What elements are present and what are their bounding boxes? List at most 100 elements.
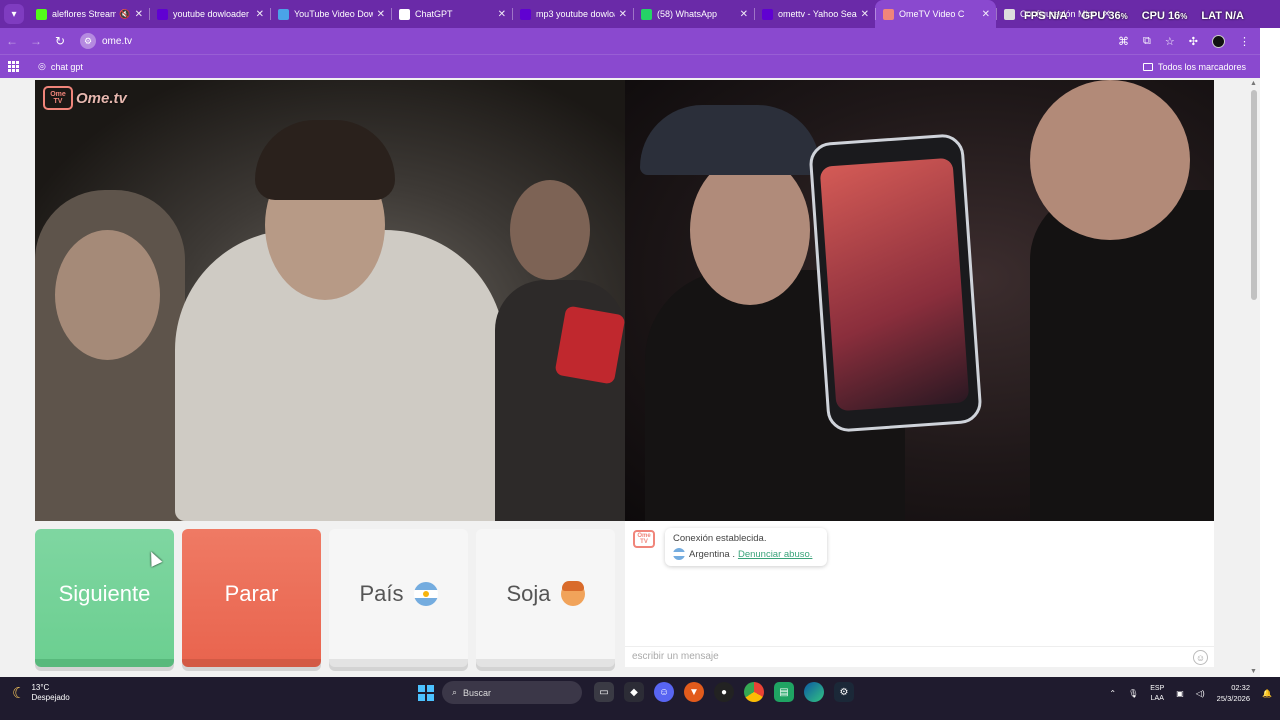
browser-tab[interactable]: ChatGPT ✕ — [391, 0, 512, 28]
person-silhouette — [510, 180, 590, 280]
close-tab-icon[interactable]: ✕ — [256, 9, 264, 20]
close-tab-icon[interactable]: ✕ — [619, 9, 627, 20]
folder-icon — [1142, 62, 1153, 71]
language-indicator[interactable]: ESP LAA — [1150, 684, 1164, 702]
windows-taskbar: ☾ 13°C Despejado ⌕ Buscar ▭ ◆ ☺ ▼ ● ▤ ⚙ … — [0, 677, 1280, 720]
scroll-up-icon[interactable]: ▲ — [1250, 80, 1257, 87]
browser-tab[interactable]: YouTube Video Dow ✕ — [270, 0, 391, 28]
browser-tab[interactable]: mp3 youtube dowloa ✕ — [512, 0, 633, 28]
steam-icon[interactable]: ⚙ — [834, 682, 854, 702]
country-button[interactable]: País — [329, 529, 468, 667]
ometv-logo: Ome TV Ome.tv — [43, 86, 127, 110]
reload-icon[interactable]: ↻ — [48, 34, 72, 48]
message-input[interactable]: escribir un mensaje ☺ — [625, 646, 1214, 666]
close-tab-icon[interactable]: ✕ — [982, 9, 990, 20]
close-tab-icon[interactable]: ✕ — [498, 9, 506, 20]
tab-search-menu-icon[interactable]: ▾ — [4, 4, 24, 24]
browser-tab[interactable]: OmeTV Video C ✕ — [875, 0, 996, 28]
partner-country-text: Argentina — [689, 548, 730, 560]
emoji-icon[interactable]: ☺ — [1193, 650, 1208, 665]
forward-arrow-icon[interactable]: → — [24, 34, 48, 48]
phone-screen — [819, 157, 970, 412]
performance-overlay: FPS N/A GPU 36% CPU 16% LAT N/A — [1024, 10, 1244, 22]
url-field[interactable]: ome.tv — [102, 36, 1118, 47]
close-tab-icon[interactable]: ✕ — [740, 9, 748, 20]
all-bookmarks-button[interactable]: Todos los marcadores — [1142, 62, 1246, 72]
bookmark-label: chat gpt — [50, 61, 83, 72]
gender-button[interactable]: Soja — [476, 529, 615, 667]
yahoo-icon — [762, 8, 773, 20]
stop-button[interactable]: Parar — [182, 529, 321, 667]
clock[interactable]: 02:32 25/3/2026 — [1217, 683, 1250, 704]
apps-grid-icon[interactable] — [8, 60, 20, 73]
profile-avatar-icon[interactable] — [1212, 34, 1225, 48]
stranger-video: Ome TV Ome.tv — [35, 80, 625, 521]
person-silhouette — [55, 230, 160, 360]
weather-widget[interactable]: ☾ 13°C Despejado — [12, 683, 70, 704]
tab-title: mp3 youtube dowloa — [536, 9, 615, 19]
edge-icon[interactable] — [804, 682, 824, 702]
chrome-icon[interactable] — [744, 682, 764, 702]
chat-panel: Ome TV Conexión establecida. Argentina .… — [625, 521, 1214, 667]
bookmark-chat-gpt[interactable]: ◎ chat gpt — [38, 61, 83, 72]
cpu-value: 16 — [1168, 10, 1181, 22]
download-icon — [278, 8, 289, 20]
close-tab-icon[interactable]: ✕ — [135, 9, 143, 20]
close-tab-icon[interactable]: ✕ — [377, 9, 385, 20]
page-scrollbar[interactable]: ▲ ▼ — [1248, 78, 1260, 677]
unity-icon[interactable]: ◆ — [624, 682, 644, 702]
settings-icon — [1004, 8, 1015, 20]
cpu-label: CPU — [1141, 10, 1165, 22]
yahoo-icon — [157, 8, 168, 20]
ometv-logo-text: Ome.tv — [76, 89, 127, 107]
country-button-label: País — [359, 581, 404, 606]
lat-label: LAT — [1201, 10, 1222, 22]
person-silhouette — [690, 155, 810, 305]
notification-bell-icon[interactable]: 🔔 — [1262, 689, 1272, 698]
taskbar-search[interactable]: ⌕ Buscar — [442, 681, 582, 704]
install-app-icon[interactable]: ⧉ — [1143, 35, 1151, 48]
system-tray: ⌃ 🎙 ESP LAA ▣ ◁) 02:32 25/3/2026 🔔 — [1109, 683, 1272, 704]
lat-value: N/A — [1225, 10, 1244, 22]
tabs-container: aleflores Stream 🔇 ✕ youtube dowloader n ✕ Yo… — [28, 0, 1117, 28]
tab-title: OmeTV Video C — [899, 9, 965, 19]
address-bar-actions: ⌘ ⧉ ☆ ✣ ⋮ — [1118, 34, 1250, 48]
file-explorer-icon[interactable]: ▭ — [594, 682, 614, 702]
weather-description: Despejado — [31, 693, 70, 703]
close-tab-icon[interactable]: ✕ — [861, 9, 869, 20]
ometv-icon — [883, 8, 894, 20]
browser-tab[interactable]: aleflores Stream 🔇 ✕ — [28, 0, 149, 28]
stop-button-label: Parar — [224, 581, 279, 606]
windows-start-icon[interactable] — [418, 685, 434, 701]
discord-icon[interactable]: ☺ — [654, 682, 674, 702]
extensions-icon[interactable]: ✣ — [1189, 35, 1198, 48]
tab-title: omettv - Yahoo Sear — [778, 9, 857, 19]
site-info-icon[interactable]: ⚙ — [80, 33, 96, 49]
scrollbar-thumb[interactable] — [1251, 90, 1257, 300]
sheets-icon[interactable]: ▤ — [774, 682, 794, 702]
back-arrow-icon[interactable]: ← — [0, 34, 24, 48]
tab-title: ChatGPT — [415, 9, 453, 19]
own-camera-video — [625, 80, 1214, 521]
language-code: ESP — [1150, 685, 1165, 693]
browser-menu-icon[interactable]: ⋮ — [1239, 35, 1250, 48]
report-abuse-link[interactable]: Denunciar abuso. — [738, 549, 812, 560]
brave-icon[interactable]: ▼ — [684, 682, 704, 702]
bookmark-star-icon[interactable]: ☆ — [1165, 35, 1175, 48]
browser-tab[interactable]: (58) WhatsApp ✕ — [633, 0, 754, 28]
browser-tab[interactable]: omettv - Yahoo Sear ✕ — [754, 0, 875, 28]
weather-temperature: 13°C — [31, 683, 50, 692]
taskbar-search-placeholder: Buscar — [463, 687, 492, 698]
obs-icon[interactable]: ● — [714, 682, 734, 702]
ometv-chat-icon: Ome TV — [633, 530, 655, 548]
network-icon[interactable]: ▣ — [1176, 689, 1184, 698]
fps-value: N/A — [1048, 10, 1068, 22]
tab-strip: ▾ aleflores Stream 🔇 ✕ youtube dowloader n ✕… — [0, 0, 1280, 28]
volume-icon[interactable]: ◁) — [1196, 689, 1205, 698]
muted-icon[interactable]: 🔇 — [119, 9, 130, 20]
microphone-icon[interactable]: 🎙 — [1128, 689, 1138, 698]
scroll-down-icon[interactable]: ▼ — [1250, 668, 1257, 675]
browser-tab[interactable]: youtube dowloader n ✕ — [149, 0, 270, 28]
translate-icon[interactable]: ⌘ — [1118, 35, 1129, 48]
chevron-up-icon[interactable]: ⌃ — [1109, 689, 1116, 698]
